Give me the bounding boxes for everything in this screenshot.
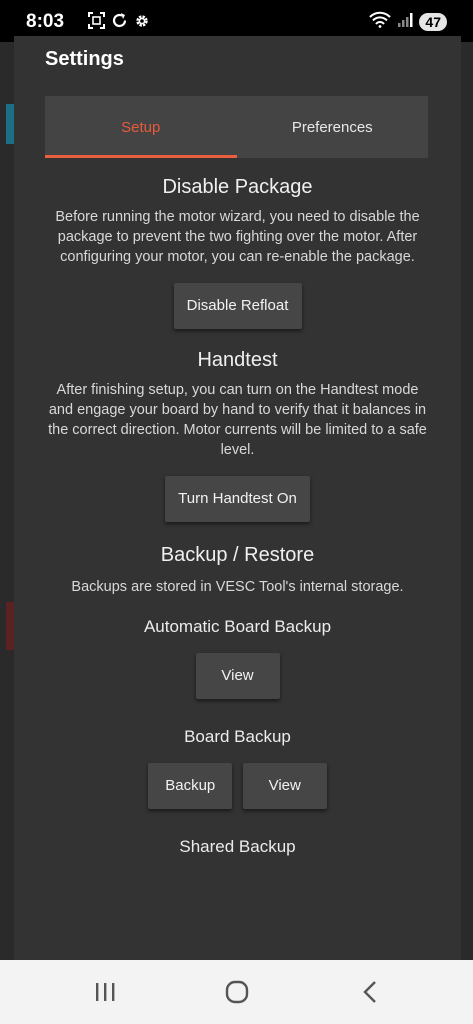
section-title-handtest: Handtest xyxy=(197,349,278,371)
tab-preferences[interactable]: Preferences xyxy=(237,96,429,158)
handtest-description: After finishing setup, you can turn on t… xyxy=(48,382,427,458)
app-backdrop: Settings Setup Preferences Disable Packa… xyxy=(0,36,473,960)
dialog-title: Settings xyxy=(45,48,124,70)
automatic-backup-view-button[interactable]: View xyxy=(195,653,280,699)
disable-package-description: Before running the motor wizard, you nee… xyxy=(55,209,420,265)
tab-setup[interactable]: Setup xyxy=(45,96,237,158)
turn-handtest-on-button[interactable]: Turn Handtest On xyxy=(165,476,310,522)
board-backup-title: Board Backup xyxy=(184,727,291,746)
battery-indicator: 47 xyxy=(419,13,447,31)
home-icon[interactable] xyxy=(217,978,257,1006)
board-backup-view-button[interactable]: View xyxy=(242,763,327,809)
backdrop-accent xyxy=(6,104,14,144)
backdrop-accent xyxy=(6,602,14,650)
settings-dialog: Settings Setup Preferences Disable Packa… xyxy=(14,36,461,960)
system-nav-bar xyxy=(0,960,473,1024)
back-icon[interactable] xyxy=(350,978,390,1006)
shared-backup-title: Shared Backup xyxy=(179,837,296,856)
signal-icon xyxy=(397,12,413,33)
tab-bar: Setup Preferences xyxy=(45,96,428,158)
status-time: 8:03 xyxy=(26,11,65,32)
setup-content: Disable Package Before running the motor… xyxy=(14,176,461,857)
sync-icon xyxy=(111,12,128,34)
settings-gear-icon xyxy=(134,13,150,34)
disable-refloat-button[interactable]: Disable Refloat xyxy=(173,283,302,329)
wifi-icon xyxy=(369,11,392,33)
automatic-board-backup-title: Automatic Board Backup xyxy=(143,617,332,636)
section-title-backup-restore: Backup / Restore xyxy=(160,544,315,566)
screenshot-icon xyxy=(88,12,105,34)
backup-restore-description: Backups are stored in VESC Tool's intern… xyxy=(71,579,404,595)
section-title-disable-package: Disable Package xyxy=(162,176,313,198)
recent-apps-icon[interactable] xyxy=(85,978,125,1006)
board-backup-button[interactable]: Backup xyxy=(148,763,233,809)
